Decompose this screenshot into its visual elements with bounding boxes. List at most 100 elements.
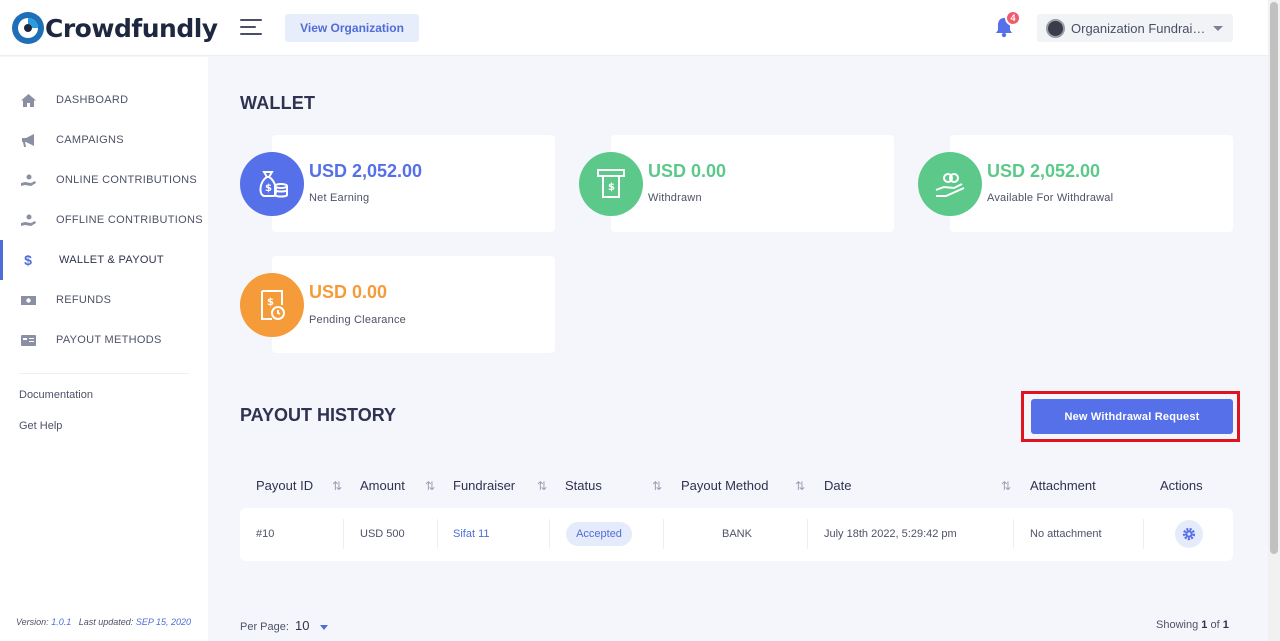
payout-method-cell: BANK <box>722 528 752 540</box>
atm-icon: $ <box>579 152 643 216</box>
sidebar-divider <box>19 373 189 374</box>
column-header-attachment: Attachment <box>1030 478 1096 493</box>
money-bag-icon: $ <box>240 152 304 216</box>
sidebar-item-label: DASHBOARD <box>56 94 129 106</box>
crowdfundly-logo-icon <box>12 12 44 44</box>
per-page-label: Per Page: <box>240 621 289 633</box>
sort-icon[interactable]: ⇅ <box>795 479 805 493</box>
version-label: Version: <box>16 617 49 627</box>
column-header-fundraiser[interactable]: Fundraiser <box>453 478 515 493</box>
cash-icon <box>20 293 36 307</box>
amount-cell: USD 500 <box>360 528 405 540</box>
sidebar-item-label: CAMPAIGNS <box>56 134 124 146</box>
available-withdrawal-card <box>950 135 1233 232</box>
net-earning-value: USD 2,052.00 <box>309 161 423 181</box>
new-withdrawal-request-button[interactable]: New Withdrawal Request <box>1031 399 1233 434</box>
sidebar-item-payout-methods[interactable]: PAYOUT METHODS <box>0 320 208 360</box>
withdrawn-value: USD 0.00 <box>648 161 727 181</box>
net-earning-label: Net Earning <box>309 192 370 204</box>
svg-text:$: $ <box>608 182 615 193</box>
sidebar-item-wallet-payout[interactable]: $ WALLET & PAYOUT <box>0 240 208 280</box>
card-icon <box>20 333 36 347</box>
svg-text:$: $ <box>267 297 274 308</box>
last-updated-date: SEP 15, 2020 <box>135 617 192 627</box>
cell-divider <box>807 519 808 549</box>
sidebar-item-label: ONLINE CONTRIBUTIONS <box>56 174 198 186</box>
sidebar-item-label: WALLET & PAYOUT <box>59 254 164 266</box>
showing-label: Showing <box>1156 619 1199 631</box>
last-updated-label: Last updated: <box>78 617 134 627</box>
notification-count-badge: 4 <box>1005 10 1021 26</box>
cell-divider <box>1013 519 1014 549</box>
sidebar-item-dashboard[interactable]: DASHBOARD <box>0 80 208 120</box>
column-header-actions: Actions <box>1160 478 1203 493</box>
column-header-payout-method[interactable]: Payout Method <box>681 478 768 493</box>
chevron-down-icon <box>1213 25 1223 31</box>
sidebar-item-online-contributions[interactable]: ONLINE CONTRIBUTIONS <box>0 160 208 200</box>
available-withdrawal-value: USD 2,052.00 <box>987 161 1101 181</box>
view-organization-button[interactable]: View Organization <box>285 14 419 42</box>
get-help-link[interactable]: Get Help <box>19 420 62 432</box>
of-label: of <box>1210 619 1220 631</box>
scrollbar-thumb[interactable] <box>1270 2 1278 554</box>
row-actions-button[interactable] <box>1175 520 1203 548</box>
logo-text: Crowdfundly <box>45 13 218 43</box>
status-badge: Accepted <box>566 522 632 546</box>
chevron-down-icon[interactable] <box>319 624 328 630</box>
current-page: 1 <box>1201 619 1208 631</box>
sort-icon[interactable]: ⇅ <box>1001 479 1011 493</box>
date-cell: July 18th 2022, 5:29:42 pm <box>824 528 957 540</box>
withdrawn-label: Withdrawn <box>648 192 702 204</box>
cell-divider <box>437 519 438 549</box>
hand-coin-icon <box>20 213 36 227</box>
per-page-value[interactable]: 10 <box>295 618 309 633</box>
pending-clearance-value: USD 0.00 <box>309 282 388 302</box>
column-header-payout-id[interactable]: Payout ID <box>256 478 313 493</box>
hand-coin-icon <box>20 173 36 187</box>
sort-icon[interactable]: ⇅ <box>332 479 342 493</box>
page-scrollbar[interactable] <box>1268 0 1280 641</box>
payout-id-cell: #10 <box>256 528 275 540</box>
sidebar-item-label: REFUNDS <box>56 294 112 306</box>
home-icon <box>20 93 36 107</box>
sidebar-item-refunds[interactable]: REFUNDS <box>0 280 208 320</box>
available-withdrawal-label: Available For Withdrawal <box>987 192 1114 204</box>
sidebar-item-campaigns[interactable]: CAMPAIGNS <box>0 120 208 160</box>
total-pages: 1 <box>1222 619 1229 631</box>
organization-dropdown[interactable]: Organization Fundrai… <box>1037 14 1233 42</box>
net-earning-card <box>272 135 555 232</box>
top-bar: Crowdfundly View Organization 4 Organiza… <box>0 0 1268 56</box>
version-number: 1.0.1 <box>51 617 72 627</box>
version-info: Version: 1.0.1 Last updated: SEP 15, 202… <box>16 617 191 627</box>
sidebar-item-offline-contributions[interactable]: OFFLINE CONTRIBUTIONS <box>0 200 208 240</box>
sidebar-item-label: PAYOUT METHODS <box>56 334 162 346</box>
receipt-clock-icon: $ <box>240 273 304 337</box>
sort-icon[interactable]: ⇅ <box>537 479 547 493</box>
megaphone-icon <box>20 133 36 147</box>
documentation-link[interactable]: Documentation <box>19 389 93 401</box>
cell-divider <box>343 519 344 549</box>
hand-money-icon <box>918 152 982 216</box>
column-header-amount[interactable]: Amount <box>360 478 405 493</box>
sort-icon[interactable]: ⇅ <box>425 479 435 493</box>
column-header-date[interactable]: Date <box>824 478 851 493</box>
pending-clearance-label: Pending Clearance <box>309 314 406 326</box>
cell-divider <box>663 519 664 549</box>
gear-icon <box>1182 527 1196 541</box>
column-header-status[interactable]: Status <box>565 478 602 493</box>
attachment-cell: No attachment <box>1030 528 1102 540</box>
logo[interactable]: Crowdfundly <box>10 10 218 46</box>
cell-divider <box>1143 519 1144 549</box>
menu-toggle-icon[interactable] <box>240 19 262 35</box>
sidebar: DASHBOARD CAMPAIGNS ONLINE CONTRIBUTIONS… <box>0 57 208 641</box>
sort-icon[interactable]: ⇅ <box>652 479 662 493</box>
dollar-icon: $ <box>24 252 32 268</box>
fundraiser-link[interactable]: Sifat 11 <box>453 528 490 540</box>
withdrawn-card <box>611 135 894 232</box>
pending-clearance-card <box>272 256 555 353</box>
pagination-info: Showing 1 of 1 <box>1156 619 1229 631</box>
page-title: WALLET <box>240 93 316 113</box>
organization-name: Organization Fundrai… <box>1071 20 1206 36</box>
avatar <box>1046 18 1065 38</box>
per-page-selector[interactable]: Per Page: 10 <box>240 618 328 633</box>
